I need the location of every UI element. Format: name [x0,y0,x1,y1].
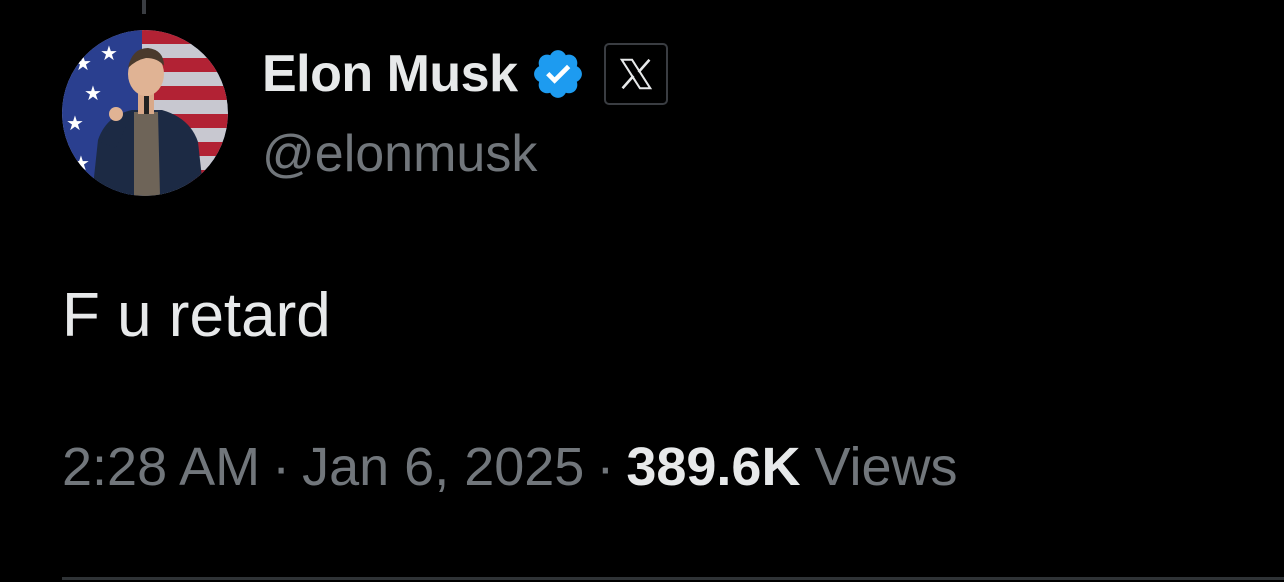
meta-separator: · [596,437,615,497]
tweet-metadata: 2:28 AM · Jan 6, 2025 · 389.6K Views [62,440,958,494]
tweet-text: F u retard [62,281,331,350]
divider [62,577,1284,580]
tweet-header: Elon Musk [262,38,668,110]
tweet-date[interactable]: Jan 6, 2025 [302,440,584,494]
user-handle[interactable]: @elonmusk [262,128,537,180]
svg-text:★: ★ [66,111,84,135]
verified-badge-icon[interactable] [530,46,586,102]
display-name[interactable]: Elon Musk [262,48,518,100]
tweet[interactable]: ★ ★ ★ ★ ★ Elon Musk @elonmusk F u retard… [0,0,1284,582]
tweet-time[interactable]: 2:28 AM [62,440,260,494]
svg-text:★: ★ [100,41,118,65]
svg-text:★: ★ [74,51,92,75]
x-logo-icon[interactable] [603,43,668,105]
views-count[interactable]: 389.6K [626,440,800,494]
meta-separator: · [272,437,291,497]
thread-connector-line [142,0,146,14]
svg-text:★: ★ [72,151,90,175]
avatar[interactable]: ★ ★ ★ ★ ★ [62,30,228,196]
svg-text:★: ★ [84,81,102,105]
views-label[interactable]: Views [814,440,957,494]
